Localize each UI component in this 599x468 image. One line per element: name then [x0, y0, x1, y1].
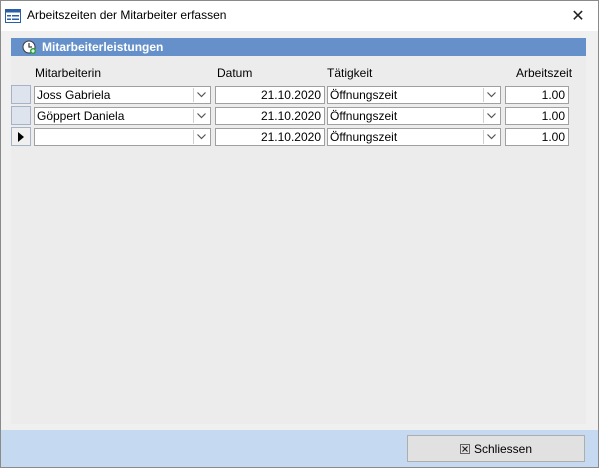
activity-value: Öffnungszeit	[330, 130, 398, 144]
record-selector-current[interactable]	[11, 127, 31, 146]
record-selector[interactable]	[11, 85, 31, 104]
subform-title: Mitarbeiterleistungen	[42, 40, 164, 54]
employee-combobox[interactable]	[34, 128, 211, 146]
hours-value: 1.00	[541, 109, 565, 123]
hours-field[interactable]: 1.00	[505, 107, 569, 125]
column-header-employee: Mitarbeiterin	[35, 66, 102, 80]
chevron-down-icon[interactable]	[483, 130, 499, 144]
window-title: Arbeitszeiten der Mitarbeiter erfassen	[27, 8, 227, 22]
close-icon: ✕	[571, 8, 585, 25]
date-field[interactable]: 21.10.2020	[215, 128, 325, 146]
clock-add-icon	[22, 40, 36, 54]
close-form-button[interactable]: Schliessen	[407, 435, 585, 462]
employee-combobox[interactable]: Göppert Daniela	[34, 107, 211, 125]
chevron-down-icon[interactable]	[193, 109, 209, 123]
record-selector[interactable]	[11, 106, 31, 125]
chevron-down-icon[interactable]	[193, 88, 209, 102]
column-header-hours: Arbeitszeit	[516, 66, 573, 80]
activity-value: Öffnungszeit	[330, 109, 398, 123]
form-footer: Schliessen	[1, 430, 598, 467]
date-value: 21.10.2020	[260, 88, 321, 102]
column-header-activity: Tätigkeit	[327, 66, 373, 80]
subform-header: Mitarbeiterleistungen	[11, 38, 586, 56]
date-field[interactable]: 21.10.2020	[215, 86, 325, 104]
hours-field[interactable]: 1.00	[505, 128, 569, 146]
activity-value: Öffnungszeit	[330, 88, 398, 102]
date-field[interactable]: 21.10.2020	[215, 107, 325, 125]
form-window: Arbeitszeiten der Mitarbeiter erfassen ✕…	[0, 0, 599, 468]
column-header-date: Datum	[217, 66, 253, 80]
chevron-down-icon[interactable]	[193, 130, 209, 144]
title-bar: Arbeitszeiten der Mitarbeiter erfassen ✕	[1, 1, 598, 31]
activity-combobox[interactable]: Öffnungszeit	[327, 128, 501, 146]
window-close-button[interactable]: ✕	[558, 1, 598, 31]
date-value: 21.10.2020	[260, 109, 321, 123]
hours-value: 1.00	[541, 130, 565, 144]
activity-combobox[interactable]: Öffnungszeit	[327, 107, 501, 125]
current-record-icon	[18, 132, 24, 142]
chevron-down-icon[interactable]	[483, 88, 499, 102]
employee-combobox[interactable]: Joss Gabriela	[34, 86, 211, 104]
form-icon	[5, 9, 21, 23]
subform-mitarbeiterleistungen: Mitarbeiterleistungen Mitarbeiterin Datu…	[11, 38, 586, 424]
chevron-down-icon[interactable]	[483, 109, 499, 123]
activity-combobox[interactable]: Öffnungszeit	[327, 86, 501, 104]
employee-value: Göppert Daniela	[37, 109, 125, 123]
close-x-icon	[460, 443, 470, 454]
hours-value: 1.00	[541, 88, 565, 102]
hours-field[interactable]: 1.00	[505, 86, 569, 104]
date-value: 21.10.2020	[260, 130, 321, 144]
employee-value: Joss Gabriela	[37, 88, 111, 102]
close-form-label: Schliessen	[473, 441, 533, 456]
